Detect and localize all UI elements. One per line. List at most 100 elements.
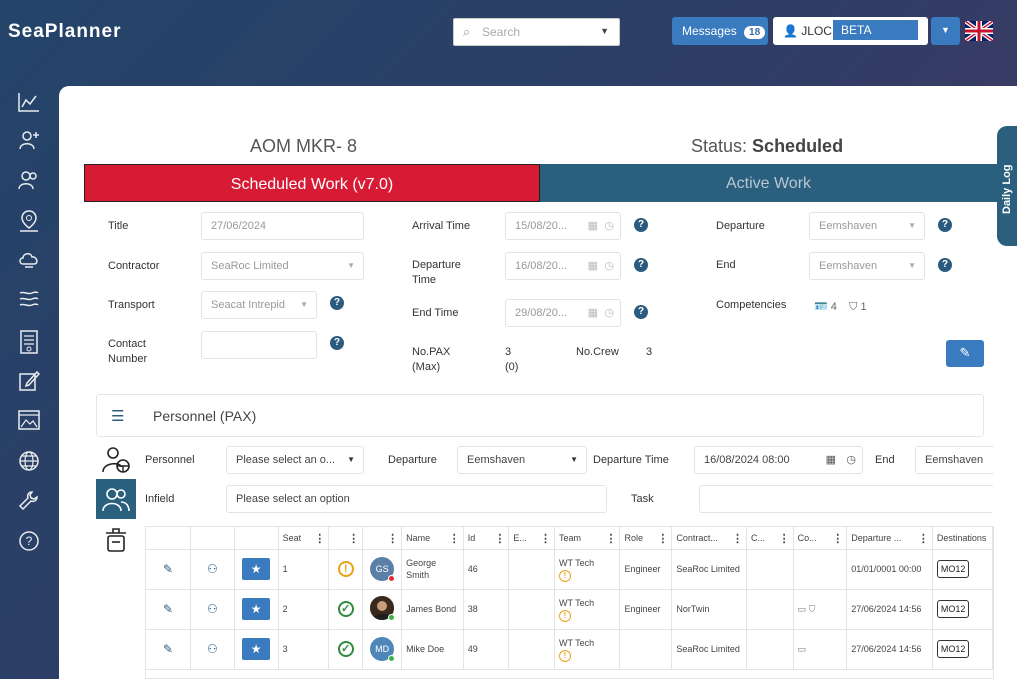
globe-icon[interactable] <box>14 450 44 480</box>
help-icon[interactable]: ? <box>938 258 952 272</box>
column-menu-icon[interactable]: ⋮ <box>832 532 843 545</box>
arrival-time-value: 15/08/20... <box>515 220 567 232</box>
task-select[interactable] <box>699 485 994 513</box>
col-avatar[interactable]: ⋮ <box>362 527 403 550</box>
column-menu-icon[interactable]: ⋮ <box>779 532 790 545</box>
contractor-select[interactable]: SeaRoc Limited ▼ <box>201 252 364 280</box>
col-destinations[interactable]: Destinations <box>932 527 993 550</box>
avatar-cell: GS <box>362 549 403 590</box>
column-menu-icon[interactable]: ⋮ <box>657 532 668 545</box>
col-c[interactable]: C... ⋮ <box>746 527 794 550</box>
avatar[interactable]: GS <box>370 557 396 582</box>
assign-user-icon[interactable]: ⚇ <box>190 549 235 590</box>
calendar-icon[interactable]: ▦ <box>588 219 598 232</box>
wrench-icon[interactable] <box>14 490 44 520</box>
col-name[interactable]: Name ⋮ <box>401 527 464 550</box>
menu-icon[interactable]: ☰ <box>111 407 124 425</box>
column-menu-icon[interactable]: ⋮ <box>540 532 551 545</box>
column-menu-icon[interactable]: ⋮ <box>494 532 505 545</box>
end-select[interactable]: Eemshaven ▼ <box>809 252 925 280</box>
col-seat[interactable]: Seat ⋮ <box>278 527 330 550</box>
e-cell <box>508 549 555 590</box>
clock-icon[interactable]: ◷ <box>604 306 614 319</box>
col-contractor[interactable]: Contract... ⋮ <box>671 527 747 550</box>
column-menu-icon[interactable]: ⋮ <box>732 532 743 545</box>
column-menu-icon[interactable]: ⋮ <box>918 532 929 545</box>
star-button[interactable]: ★ <box>242 638 271 660</box>
edit-icon[interactable] <box>14 370 44 400</box>
column-menu-icon[interactable]: ⋮ <box>387 532 398 545</box>
add-personnel-tool[interactable] <box>96 439 136 479</box>
help-icon[interactable]: ? <box>938 218 952 232</box>
col-departure[interactable]: Departure ... ⋮ <box>846 527 933 550</box>
destination-badge[interactable]: MO12 <box>936 600 970 618</box>
search-box[interactable]: ⌕ Search ▼ <box>453 18 620 46</box>
picture-icon[interactable] <box>14 410 44 440</box>
transport-select[interactable]: Seacat Intrepid ▼ <box>201 291 317 319</box>
departure-select[interactable]: Eemshaven ▼ <box>809 212 925 240</box>
pax-departure-select[interactable]: Eemshaven ▼ <box>457 446 587 474</box>
arrival-time-field[interactable]: 15/08/20... ▦ ◷ <box>505 212 621 240</box>
edit-row-icon[interactable]: ✎ <box>146 589 192 630</box>
personnel-section-header[interactable]: ☰ Personnel (PAX) <box>96 394 984 437</box>
edit-row-icon[interactable]: ✎ <box>146 629 192 670</box>
infield-select[interactable]: Please select an option <box>226 485 607 513</box>
column-menu-icon[interactable]: ⋮ <box>314 532 325 545</box>
pax-end-select[interactable]: Eemshaven <box>915 446 994 474</box>
star-button[interactable]: ★ <box>242 558 271 580</box>
daily-log-tab[interactable]: Daily Log <box>997 126 1017 246</box>
column-menu-icon[interactable]: ⋮ <box>605 532 616 545</box>
column-menu-icon[interactable]: ⋮ <box>348 532 359 545</box>
help-icon[interactable]: ? <box>14 530 44 560</box>
col-role[interactable]: Role ⋮ <box>619 527 673 550</box>
uk-flag-icon[interactable] <box>965 21 993 41</box>
personnel-select[interactable]: Please select an o... ▼ <box>226 446 364 474</box>
personnel-group-tool[interactable] <box>96 479 136 519</box>
edit-button[interactable]: ✎ <box>946 340 984 367</box>
help-icon[interactable]: ? <box>330 336 344 350</box>
avatar-photo[interactable] <box>370 595 396 621</box>
help-icon[interactable]: ? <box>330 296 344 310</box>
add-user-icon[interactable] <box>14 130 44 160</box>
departure-time-field[interactable]: 16/08/20... ▦ ◷ <box>505 252 621 280</box>
col-id[interactable]: Id ⋮ <box>463 527 510 550</box>
star-button[interactable]: ★ <box>242 598 271 620</box>
clock-icon[interactable]: ◷ <box>604 219 614 232</box>
calendar-icon[interactable]: ▦ <box>588 259 598 272</box>
user-menu[interactable]: 👤 JLOCK BETA <box>773 17 928 45</box>
messages-button[interactable]: Messages 18 <box>672 17 768 45</box>
avatar[interactable]: MD <box>370 637 396 662</box>
assign-user-icon[interactable]: ⚇ <box>190 589 235 630</box>
calendar-icon[interactable]: ▦ <box>826 453 836 466</box>
tab-active-work[interactable]: Active Work <box>540 164 997 202</box>
contact-number-field[interactable] <box>201 331 317 359</box>
chart-icon[interactable] <box>14 92 44 122</box>
col-e[interactable]: E... ⋮ <box>508 527 555 550</box>
remove-personnel-tool[interactable] <box>96 519 136 559</box>
column-menu-icon[interactable]: ⋮ <box>449 532 460 545</box>
help-icon[interactable]: ? <box>634 258 648 272</box>
destination-badge[interactable]: MO12 <box>936 560 970 578</box>
pax-departure-time-field[interactable]: 16/08/2024 08:00 ▦ ◷ <box>694 446 863 474</box>
clock-icon[interactable]: ◷ <box>604 259 614 272</box>
col-competencies[interactable]: Co... ⋮ <box>793 527 848 550</box>
title-field[interactable]: 27/06/2024 <box>201 212 364 240</box>
clock-icon[interactable]: ◷ <box>846 453 856 466</box>
assign-user-icon[interactable]: ⚇ <box>190 629 235 670</box>
users-icon[interactable] <box>14 170 44 200</box>
location-pin-icon[interactable] <box>14 210 44 240</box>
edit-row-icon[interactable]: ✎ <box>146 549 192 590</box>
help-icon[interactable]: ? <box>634 305 648 319</box>
col-status[interactable]: ⋮ <box>328 527 364 550</box>
destination-badge[interactable]: MO12 <box>936 640 970 658</box>
calendar-icon[interactable]: ▦ <box>588 306 598 319</box>
col-team[interactable]: Team ⋮ <box>554 527 621 550</box>
cloud-icon[interactable] <box>14 250 44 280</box>
tab-scheduled-work[interactable]: Scheduled Work (v7.0) <box>84 164 540 202</box>
checklist-icon[interactable] <box>14 330 44 360</box>
help-icon[interactable]: ? <box>634 218 648 232</box>
end-time-field[interactable]: 29/08/20... ▦ ◷ <box>505 299 621 327</box>
helicopter-icon[interactable] <box>14 290 44 320</box>
id-cell: 46 <box>463 549 510 590</box>
user-dropdown-button[interactable]: ▼ <box>931 17 960 45</box>
